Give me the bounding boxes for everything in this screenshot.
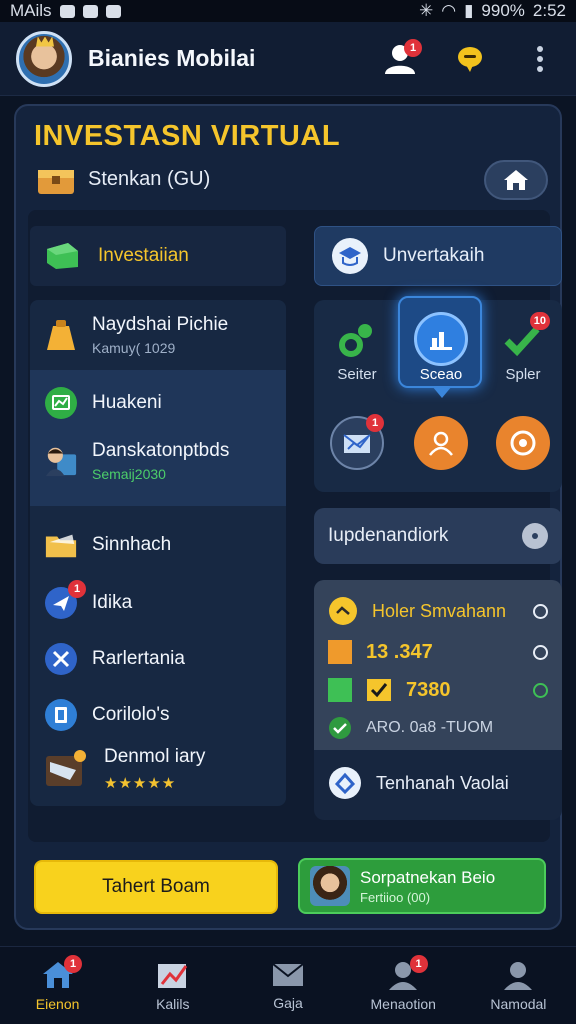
mail-chart-icon: 1 [330, 414, 384, 470]
star-rating: ★★★★★ [104, 775, 177, 792]
target-icon [496, 416, 550, 470]
person-card-icon [44, 444, 78, 478]
action-grid: Seiter Sceao 10 Spler 1 [314, 296, 562, 492]
investment-header[interactable]: Investaiian [30, 226, 286, 286]
nav-profile[interactable]: Namodal [461, 947, 576, 1024]
link-icon [330, 312, 384, 366]
app-bar: Bianies Mobilai 1 [0, 22, 576, 96]
bottom-nav: 1 Eienon Kalils Gaja 1 Menaotion Namodal [0, 946, 576, 1024]
grid-tile-target[interactable] [488, 416, 558, 470]
start-button[interactable]: Tahert Boam [34, 860, 278, 914]
university-header-label: Unvertakaih [383, 245, 485, 266]
nav-mail[interactable]: Gaja [230, 947, 345, 1024]
stats-row-value1[interactable]: 13 .347 [328, 640, 548, 664]
grid-tile-sceao[interactable]: Sceao [406, 312, 476, 383]
cash-icon [47, 243, 78, 269]
bag-icon [44, 318, 78, 352]
stats-row-value2[interactable]: 7380 [328, 678, 548, 702]
category-dropdown[interactable]: Iupdenandiork [314, 508, 562, 564]
list-item[interactable]: 1 Idika [30, 580, 286, 620]
university-header[interactable]: Unvertakaih [314, 226, 562, 286]
wifi-icon: ◠ [441, 1, 457, 20]
person-icon [414, 416, 468, 470]
grid-tile-spler[interactable]: 10 Spler [488, 312, 558, 383]
chat-button[interactable] [450, 39, 490, 79]
list-item[interactable]: Huakeni [30, 386, 286, 420]
contact-button[interactable]: Sorpatnekan Beio Fertiioo (00) [298, 858, 546, 914]
list-item[interactable]: Corilolo's [30, 698, 286, 732]
list-item[interactable]: Sinnhach [30, 528, 286, 562]
list-item[interactable]: Danskatonptbds Semaij2030 [30, 440, 286, 482]
carrier-label: MAils [10, 1, 52, 20]
chat-bubble-icon [458, 46, 482, 72]
radio-icon[interactable] [533, 682, 548, 698]
list-item[interactable]: Rarlertania [30, 642, 286, 676]
green-square-icon [328, 678, 352, 702]
profile-avatar[interactable] [16, 30, 72, 87]
chart-badge-icon [44, 386, 78, 420]
tools-icon [44, 642, 78, 676]
radio-icon[interactable] [533, 603, 548, 619]
mail-icon [272, 962, 304, 986]
document-icon [44, 698, 78, 732]
list-item[interactable]: Denmol iary ★★★★★ [30, 746, 286, 792]
grid-tile-mail[interactable]: 1 [322, 414, 392, 470]
more-vertical-icon [537, 45, 543, 72]
plane-icon: 1 [44, 580, 86, 620]
footer-link[interactable]: Tenhanah Vaolai [328, 766, 548, 800]
nav-notifications[interactable]: 1 Menaotion [346, 947, 461, 1024]
mail-icon [59, 4, 75, 18]
cap-icon [332, 238, 368, 274]
panel-subtitle: Stenkan (GU) [88, 167, 211, 190]
list-item[interactable]: Naydshai Pichie Kamuy( 1029 [30, 314, 286, 356]
check-box-icon [367, 679, 391, 701]
message-icon [82, 4, 98, 18]
orange-square-icon [328, 640, 352, 664]
grid-tile-seiter[interactable]: Seiter [322, 312, 392, 383]
check-circle-icon [329, 717, 351, 739]
globe-icon [329, 767, 361, 799]
item-badge: 1 [68, 580, 86, 598]
coin-icon [329, 597, 357, 625]
folder-icon [44, 528, 78, 562]
nav-tasks[interactable]: Kalils [115, 947, 230, 1024]
notification-badge: 1 [404, 38, 422, 57]
profile-icon [504, 961, 533, 990]
chart-flag-icon [157, 963, 188, 988]
stats-row-footer: ARO. 0a8 -TUOM [328, 716, 548, 740]
profile-button[interactable]: 1 [380, 38, 422, 79]
home-button[interactable] [484, 160, 548, 200]
radio-icon[interactable] [533, 644, 548, 660]
dropdown-value: Iupdenandiork [328, 525, 449, 546]
nav-home[interactable]: 1 Eienon [0, 947, 115, 1024]
status-bar: MAils ✳ ◠ ▮ 990% 2:52 [0, 0, 576, 22]
dropdown-toggle-icon [522, 523, 548, 549]
settings-icon [105, 4, 121, 18]
home-icon [504, 170, 528, 190]
clock: 2:52 [532, 1, 566, 20]
more-menu-button[interactable] [520, 39, 560, 79]
contact-avatar [310, 866, 350, 906]
investment-list: Naydshai Pichie Kamuy( 1029 Huakeni Dans… [30, 300, 286, 806]
box-icon [44, 748, 90, 790]
content-area: Investaiian Naydshai Pichie Kamuy( 1029 … [28, 210, 562, 842]
investment-header-label: Investaiian [98, 245, 189, 266]
panel-title: INVESTASN VIRTUAL [34, 120, 341, 152]
bluetooth-icon: ✳ [418, 1, 434, 20]
battery-label: 990% [481, 1, 525, 20]
stats-card: Holer Smvahann 13 .347 7380 ARO. 0a8 -TU… [314, 580, 562, 820]
check-icon: 10 [496, 312, 550, 366]
signal-icon: ▮ [464, 1, 474, 20]
stats-row-name[interactable]: Holer Smvahann [328, 596, 548, 626]
app-title: Bianies Mobilai [88, 45, 256, 71]
grid-tile-profile[interactable] [406, 416, 476, 470]
treasure-chest-icon [38, 170, 74, 194]
panel-subtitle-row: Stenkan (GU) [36, 162, 210, 196]
bank-icon [414, 312, 468, 366]
main-panel: INVESTASN VIRTUAL Stenkan (GU) Investaii… [14, 104, 562, 930]
